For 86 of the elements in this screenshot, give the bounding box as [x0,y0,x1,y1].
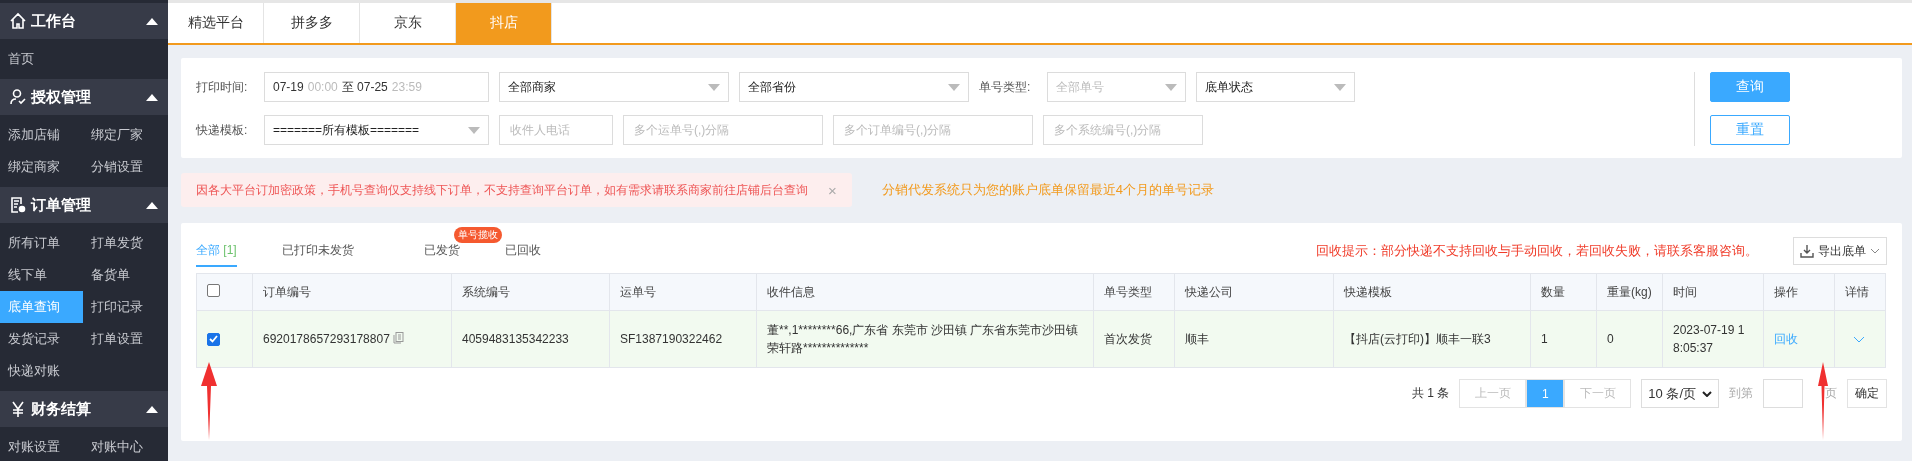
sidebar-section-header[interactable]: 订单管理 [0,187,168,223]
column-header: 时间 [1662,273,1764,311]
table-cell: 【抖店(云打印)】顺丰一联3 [1333,310,1531,368]
column-header: 单号类型 [1093,273,1175,311]
sidebar-item[interactable]: 首页 [0,43,83,75]
collapse-icon [146,201,158,209]
table-cell: 4059483135342233 [451,310,610,368]
chevron-down-icon [1870,248,1880,254]
column-header: 详情 [1834,273,1886,311]
record-tab[interactable]: 已打印未发货 [281,235,354,267]
column-header: 操作 [1763,273,1835,311]
column-header: 数量 [1530,273,1597,311]
sidebar-item[interactable]: 绑定商家 [0,151,83,183]
user-icon [9,88,27,106]
column-header: 快递模板 [1333,273,1531,311]
sidebar-item[interactable]: 所有订单 [0,227,83,259]
retention-info: 分销代发系统只为您的账户底单保留最近4个月的单号记录 [881,181,1214,199]
recycle-tip: 回收提示：部分快递不支持回收与手动回收，若回收失败，请联系客服咨询。 [1316,242,1758,260]
home-icon [9,12,27,30]
column-header: 收件信息 [756,273,1094,311]
order-number-field[interactable]: 多个订单编号(,)分隔 [833,115,1033,145]
confirm-button[interactable]: 确定 [1847,379,1887,408]
field-label: 打印时间: [196,78,249,96]
date-range-field[interactable]: 07-19 00:00 至 07-25 23:59 [264,72,489,102]
caret-icon [1334,83,1346,91]
table-cell: 2023-07-19 18:05:37 [1662,310,1764,368]
column-header: 运单号 [609,273,757,311]
total-count: 共 1 条 [1411,385,1450,402]
caret-icon [708,83,720,91]
column-header: 快递公司 [1174,273,1334,311]
checkbox[interactable] [207,332,220,346]
chevron-down-icon [1702,390,1712,397]
table-cell: 首次发货 [1093,310,1175,368]
sidebar-item[interactable]: 打印记录 [83,291,168,323]
table-cell: SF1387190322462 [609,310,757,368]
sidebar-section-header[interactable]: 工作台 [0,3,168,39]
expand-icon[interactable] [1853,336,1865,343]
checkbox[interactable] [207,284,220,297]
field-label: 单号类型: [979,78,1032,96]
field-label: 快递模板: [196,121,249,139]
caret-icon [1165,83,1177,91]
sidebar-item[interactable]: 打单设置 [83,323,168,355]
system-number-field[interactable]: 多个系统编号(,)分隔 [1043,115,1203,145]
sidebar-item[interactable]: 绑定厂家 [83,119,168,151]
badge: 单号揽收 [453,226,502,243]
waybill-field[interactable]: 多个运单号(,)分隔 [623,115,823,145]
sidebar-section-header[interactable]: 授权管理 [0,79,168,115]
caret-icon [948,83,960,91]
sidebar-item[interactable]: 添加店铺 [0,119,83,151]
sidebar-item[interactable]: 打单发货 [83,227,168,259]
document-icon [9,196,27,214]
dropdown[interactable]: 底单状态 [1196,72,1355,102]
table-cell: 6920178657293178807 [252,310,452,368]
table-cell: 顺丰 [1174,310,1334,368]
caret-icon [468,126,480,134]
sidebar-item[interactable]: 线下单 [0,259,83,291]
notice-text: 因各大平台订加密政策，手机号查询仅支持线下订单，不支持查询平台订单，如有需求请联系商家前往店铺后台查询 [196,181,808,199]
table-cell: 0 [1596,310,1663,368]
export-button[interactable]: 导出底单 [1793,237,1887,265]
collapse-icon [146,405,158,413]
yen-icon [9,400,27,418]
page-size-dropdown[interactable]: 10 条/页 [1641,379,1719,408]
sidebar-item[interactable]: 备货单 [83,259,168,291]
column-header: 订单编号 [252,273,452,311]
sidebar-section-header[interactable]: 财务结算 [0,391,168,427]
page-number-field[interactable] [1763,379,1803,408]
goto-label: 到第 [1729,385,1753,402]
sidebar-item[interactable]: 发货记录 [0,323,83,355]
column-header: 重量(kg) [1596,273,1663,311]
sidebar-item[interactable]: 对账中心 [83,431,168,461]
column-header: 系统编号 [451,273,610,311]
dropdown[interactable]: 全部省份 [739,72,969,102]
collapse-icon [146,17,158,25]
table-cell: 1 [1530,310,1597,368]
sidebar-item[interactable]: 快递对账 [0,355,83,387]
sidebar-item[interactable]: 分销设置 [83,151,168,183]
record-tab[interactable]: 已回收 [504,235,541,267]
collapse-icon [146,93,158,101]
copy-icon[interactable] [392,332,404,344]
dropdown[interactable]: 全部商家 [499,72,729,102]
table-cell: 董**,1********66,广东省 东莞市 沙田镇 广东省东莞市沙田镇荣轩路************** [756,310,1094,368]
phone-field[interactable]: 收件人电话 [499,115,613,145]
sidebar-item[interactable]: 对账设置 [0,431,83,461]
page-unit: 页 [1825,385,1837,402]
download-icon [1800,244,1814,258]
dropdown[interactable]: =======所有模板======= [264,115,489,145]
